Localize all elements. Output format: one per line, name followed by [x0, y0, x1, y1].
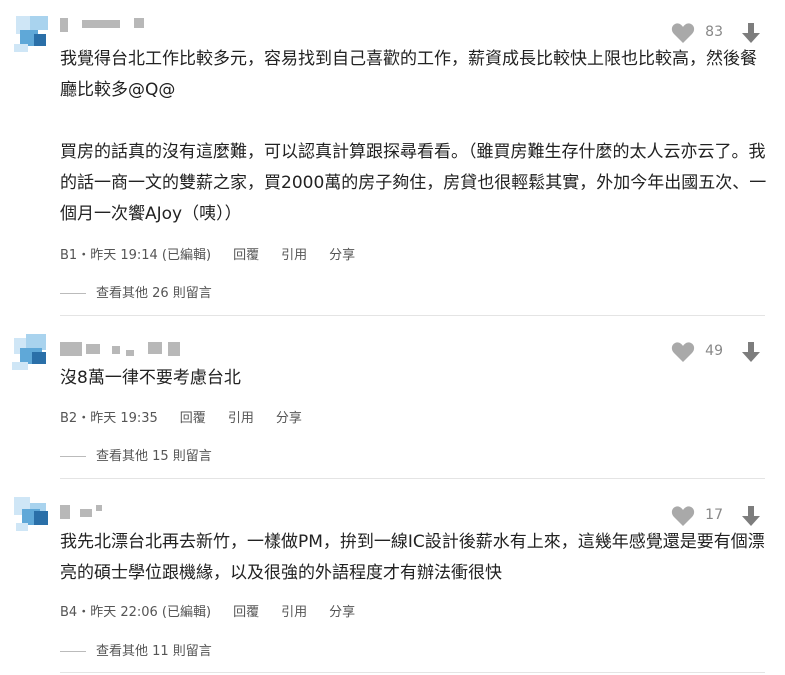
reply-button[interactable]: 回覆 — [233, 605, 259, 620]
comment-meta: B1・昨天 19:14 (已編輯) 回覆 引用 分享 — [60, 244, 355, 263]
view-more-replies[interactable]: 查看其他 11 則留言 — [60, 640, 212, 659]
downvote-arrow-icon[interactable] — [739, 340, 763, 364]
view-more-replies-label[interactable]: 查看其他 26 則留言 — [96, 286, 212, 301]
share-button[interactable]: 分享 — [276, 411, 302, 426]
downvote-arrow-icon[interactable] — [739, 504, 763, 528]
avatar[interactable] — [10, 332, 54, 376]
avatar[interactable] — [10, 12, 54, 56]
like-count: 49 — [705, 343, 723, 359]
quote-button[interactable]: 引用 — [228, 411, 254, 426]
comment-divider — [60, 672, 765, 673]
like-heart-icon[interactable] — [671, 22, 695, 44]
reply-button[interactable]: 回覆 — [180, 411, 206, 426]
comment-text: 沒8萬一律不要考慮台北 — [60, 368, 241, 388]
share-button[interactable]: 分享 — [329, 605, 355, 620]
comment-divider — [60, 478, 765, 479]
quote-button[interactable]: 引用 — [281, 248, 307, 263]
like-heart-icon[interactable] — [671, 341, 695, 363]
like-count: 83 — [705, 24, 723, 40]
divider-dash — [60, 456, 86, 457]
floor-and-time: B4・昨天 22:06 (已編輯) — [60, 605, 212, 620]
floor-and-time: B1・昨天 19:14 (已編輯) — [60, 248, 212, 263]
divider-dash — [60, 293, 86, 294]
comment-divider — [60, 315, 765, 316]
view-more-replies[interactable]: 查看其他 26 則留言 — [60, 282, 212, 301]
like-count: 17 — [705, 507, 723, 523]
comment-text: 我覺得台北工作比較多元，容易找到自己喜歡的工作，薪資成長比較快上限也比較高，然後… — [60, 49, 767, 224]
avatar[interactable] — [10, 493, 54, 537]
comment-meta: B4・昨天 22:06 (已編輯) 回覆 引用 分享 — [60, 601, 355, 620]
share-button[interactable]: 分享 — [329, 248, 355, 263]
comment-meta: B2・昨天 19:35 回覆 引用 分享 — [60, 407, 302, 426]
view-more-replies[interactable]: 查看其他 15 則留言 — [60, 445, 212, 464]
like-heart-icon[interactable] — [671, 505, 695, 527]
quote-button[interactable]: 引用 — [281, 605, 307, 620]
view-more-replies-label[interactable]: 查看其他 11 則留言 — [96, 644, 212, 659]
downvote-arrow-icon[interactable] — [739, 21, 763, 45]
view-more-replies-label[interactable]: 查看其他 15 則留言 — [96, 449, 212, 464]
divider-dash — [60, 651, 86, 652]
comment-text: 我先北漂台北再去新竹，一樣做PM，拚到一線IC設計後薪水有上來，這幾年感覺還是要… — [60, 532, 765, 583]
floor-and-time: B2・昨天 19:35 — [60, 411, 158, 426]
reply-button[interactable]: 回覆 — [233, 248, 259, 263]
